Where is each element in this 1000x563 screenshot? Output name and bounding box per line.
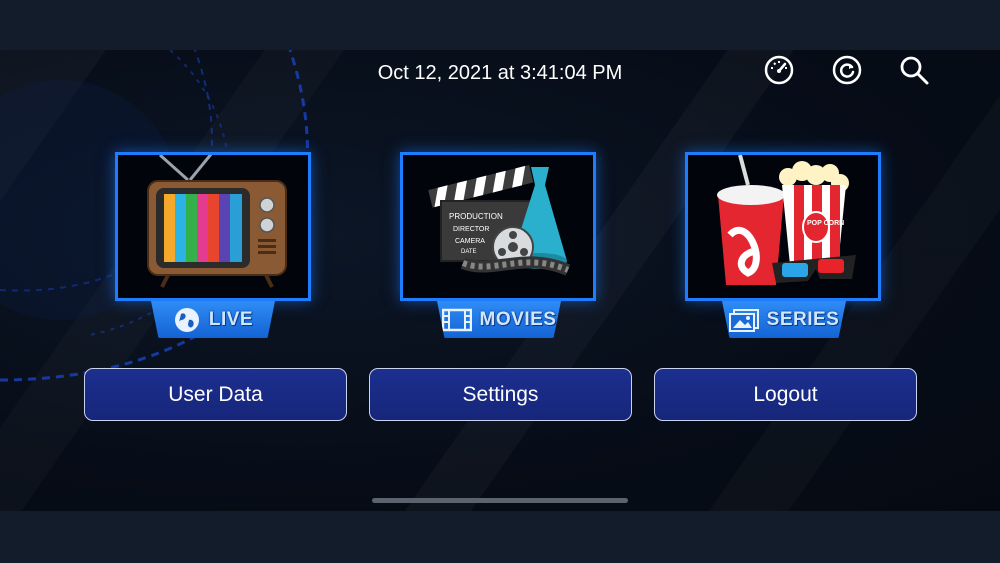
movies-tab[interactable]: MOVIES <box>437 301 561 338</box>
clapper-text-4: DATE <box>461 249 477 255</box>
user-data-button[interactable]: User Data <box>84 368 347 421</box>
series-tab[interactable]: SERIES <box>722 301 846 338</box>
settings-button[interactable]: Settings <box>369 368 632 421</box>
picture-icon <box>728 308 759 332</box>
clapper-text-3: CAMERA <box>455 238 485 245</box>
clapper-text-1: PRODUCTION <box>449 212 503 221</box>
clapper-text-2: DIRECTOR <box>453 226 489 233</box>
retro-tv-image <box>147 155 287 288</box>
logout-button[interactable]: Logout <box>654 368 917 421</box>
refresh-icon[interactable] <box>831 54 863 86</box>
popcorn-box-text: POP CORN <box>807 220 844 227</box>
series-tile[interactable]: POP CORN <box>685 152 881 301</box>
globe-icon <box>174 307 199 332</box>
top-safe-area <box>0 0 1000 50</box>
home-indicator[interactable] <box>372 498 628 503</box>
popcorn-soda-image: POP CORN <box>717 155 856 285</box>
live-tab[interactable]: LIVE <box>151 301 275 338</box>
live-label: LIVE <box>208 308 254 330</box>
date-time-label: Oct 12, 2021 at 3:41:04 PM <box>377 62 623 84</box>
movies-label: MOVIES <box>479 308 557 330</box>
search-icon[interactable] <box>898 54 930 86</box>
speedometer-icon[interactable] <box>763 54 795 86</box>
film-strip-icon <box>441 308 472 331</box>
series-label: SERIES <box>766 308 840 330</box>
live-tile[interactable] <box>115 152 311 301</box>
movies-tile[interactable]: PRODUCTION DIRECTOR CAMERA DATE <box>400 152 596 301</box>
clapperboard-image: PRODUCTION DIRECTOR CAMERA DATE <box>428 164 571 276</box>
bottom-safe-area <box>0 511 1000 563</box>
